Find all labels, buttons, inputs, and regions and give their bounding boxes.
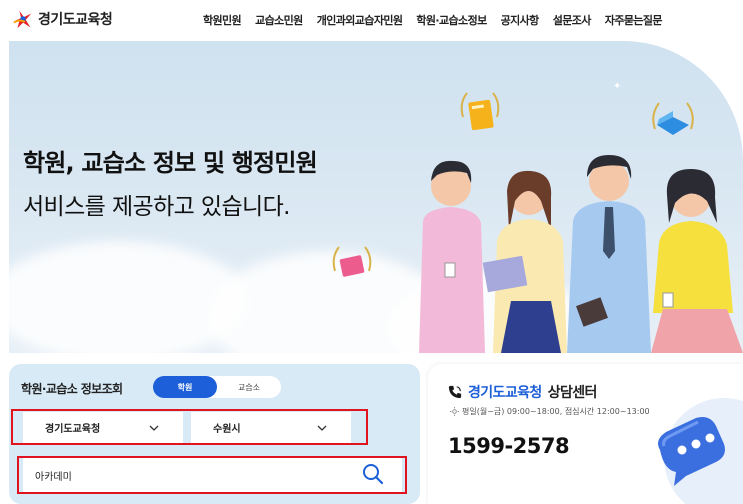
book-illustration — [652, 102, 694, 135]
sparkle-decoration: ✦ — [727, 93, 736, 104]
logo-text: 경기도교육청 — [38, 12, 113, 28]
tab-tutoring-center[interactable]: 교습소 — [217, 376, 281, 398]
highlight-box-selects — [11, 409, 368, 445]
site-logo[interactable]: 경기도교육청 — [12, 8, 113, 30]
book-illustration — [332, 246, 372, 277]
hero-banner: 학원, 교습소 정보 및 행정민원 서비스를 제공하고 있습니다. ✦ ✦ — [9, 41, 743, 353]
nav-item-tutoring-petition[interactable]: 교습소민원 — [255, 12, 303, 28]
nav-item-faq[interactable]: 자주묻는질문 — [605, 12, 663, 28]
nav-item-academy-info[interactable]: 학원·교습소정보 — [416, 12, 487, 28]
nav-item-survey[interactable]: 설문조사 — [553, 12, 592, 28]
center-phone-number[interactable]: 1599-2578 — [448, 434, 570, 458]
center-title-suffix: 상담센터 — [547, 385, 598, 401]
chat-bubble-icon — [658, 417, 725, 486]
tab-academy[interactable]: 학원 — [153, 376, 217, 398]
consultation-center-card: 경기도교육청 상담센터 평일(월~금) 09:00~18:00, 점심시간 12… — [428, 364, 743, 504]
center-hours: 평일(월~금) 09:00~18:00, 점심시간 12:00~13:00 — [450, 406, 650, 417]
nav-item-private-tutor-petition[interactable]: 개인과외교습자민원 — [317, 12, 403, 28]
hero-title: 학원, 교습소 정보 및 행정민원 — [23, 149, 318, 177]
sun-icon — [450, 407, 459, 416]
nav-item-notice[interactable]: 공지사항 — [501, 12, 540, 28]
center-title: 경기도교육청 상담센터 — [448, 382, 597, 402]
staff-illustration — [419, 155, 743, 353]
main-nav: 학원민원 교습소민원 개인과외교습자민원 학원·교습소정보 공지사항 설문조사 … — [203, 12, 663, 28]
category-toggle: 학원 교습소 — [153, 376, 281, 398]
search-panel-title: 학원·교습소 정보조회 — [21, 382, 123, 396]
phone-icon — [448, 385, 462, 399]
sparkle-decoration: ✦ — [613, 81, 622, 92]
logo-star-icon — [13, 10, 32, 29]
nav-item-academy-petition[interactable]: 학원민원 — [203, 12, 242, 28]
site-header: 경기도교육청 학원민원 교습소민원 개인과외교습자민원 학원·교습소정보 공지사… — [0, 0, 743, 40]
page: 경기도교육청 학원민원 교습소민원 개인과외교습자민원 학원·교습소정보 공지사… — [0, 0, 743, 504]
highlight-box-search — [17, 456, 407, 494]
hero-subtitle: 서비스를 제공하고 있습니다. — [23, 194, 290, 220]
academy-search-panel: 학원·교습소 정보조회 학원 교습소 경기도교육청 수원시 — [9, 364, 420, 504]
center-hours-text: 평일(월~금) 09:00~18:00, 점심시간 12:00~13:00 — [462, 407, 650, 416]
center-brand: 경기도교육청 — [468, 385, 542, 401]
book-illustration — [460, 92, 500, 131]
